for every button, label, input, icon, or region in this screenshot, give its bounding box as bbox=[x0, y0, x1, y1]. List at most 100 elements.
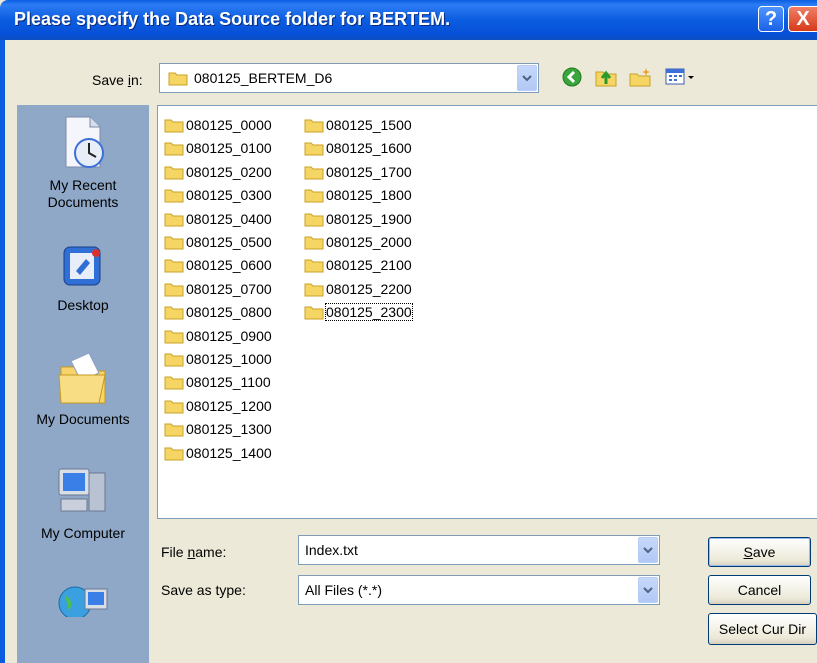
folder-icon bbox=[304, 166, 324, 180]
folder-item[interactable]: 080125_0400 bbox=[164, 208, 272, 230]
folder-icon bbox=[304, 189, 324, 203]
chevron-down-icon[interactable] bbox=[517, 65, 537, 91]
folder-icon bbox=[304, 236, 324, 250]
save-in-dropdown[interactable]: 080125_BERTEM_D6 bbox=[159, 63, 539, 93]
folder-icon bbox=[164, 259, 184, 273]
save-as-type-dropdown[interactable]: All Files (*.*) bbox=[298, 575, 660, 605]
folder-icon bbox=[164, 236, 184, 250]
folder-name: 080125_0500 bbox=[186, 234, 272, 250]
folder-name: 080125_1300 bbox=[186, 421, 272, 438]
folder-name: 080125_1600 bbox=[326, 140, 412, 157]
folder-item[interactable]: 080125_0100 bbox=[164, 137, 272, 159]
folder-name: 080125_1700 bbox=[326, 163, 412, 180]
folder-icon bbox=[304, 142, 324, 156]
place-label: My Computer bbox=[40, 525, 126, 541]
folder-item[interactable]: 080125_2300 bbox=[304, 301, 413, 323]
file-name-label: File name: bbox=[161, 544, 227, 560]
folder-name: 080125_0600 bbox=[186, 257, 272, 274]
folder-icon bbox=[164, 376, 184, 390]
folder-item[interactable]: 080125_0500 bbox=[164, 231, 272, 253]
window-border bbox=[0, 40, 5, 663]
folder-icon bbox=[164, 142, 184, 156]
folder-item[interactable]: 080125_0300 bbox=[164, 184, 272, 206]
folder-icon bbox=[164, 330, 184, 344]
folder-name: 080125_0700 bbox=[186, 280, 272, 297]
folder-icon bbox=[304, 119, 324, 133]
back-icon[interactable] bbox=[561, 66, 583, 88]
folder-item[interactable]: 080125_1700 bbox=[304, 161, 412, 183]
save-in-value: 080125_BERTEM_D6 bbox=[194, 70, 333, 86]
folder-icon bbox=[168, 72, 188, 86]
view-menu-icon[interactable] bbox=[664, 66, 696, 88]
cancel-button[interactable]: Cancel bbox=[708, 575, 811, 605]
folder-name: 080125_2100 bbox=[326, 257, 412, 274]
folder-icon bbox=[164, 306, 184, 320]
folder-icon bbox=[164, 189, 184, 203]
folder-name: 080125_2300 bbox=[325, 303, 413, 322]
file-list[interactable]: 080125_0000 080125_0100 080125_0200 080125_… bbox=[157, 105, 817, 519]
save-as-type-label: Save as type: bbox=[161, 582, 246, 598]
folder-icon bbox=[304, 283, 324, 297]
desktop-icon bbox=[63, 246, 101, 286]
close-button[interactable]: X bbox=[788, 6, 817, 32]
folder-item[interactable]: 080125_0900 bbox=[164, 325, 272, 347]
folder-item[interactable]: 080125_1200 bbox=[164, 395, 272, 417]
folder-item[interactable]: 080125_1900 bbox=[304, 208, 412, 230]
folder-item[interactable]: 080125_1400 bbox=[164, 442, 272, 464]
folder-icon bbox=[164, 423, 184, 437]
folder-name: 080125_1400 bbox=[186, 444, 272, 461]
folder-name: 080125_0900 bbox=[186, 327, 272, 344]
file-name-value: Index.txt bbox=[305, 542, 358, 558]
place-my-documents[interactable]: My Documents bbox=[17, 347, 149, 428]
folder-name: 080125_1900 bbox=[326, 210, 412, 227]
up-folder-icon[interactable] bbox=[594, 66, 618, 88]
folder-item[interactable]: 080125_0800 bbox=[164, 301, 272, 323]
folder-item[interactable]: 080125_1500 bbox=[304, 114, 412, 136]
folder-icon bbox=[164, 400, 184, 414]
folder-name: 080125_0300 bbox=[186, 187, 272, 204]
folder-item[interactable]: 080125_1600 bbox=[304, 137, 412, 159]
chevron-down-icon[interactable] bbox=[638, 577, 658, 603]
folder-name: 080125_1500 bbox=[326, 117, 412, 133]
folder-item[interactable]: 080125_2200 bbox=[304, 278, 412, 300]
folder-item[interactable]: 080125_2000 bbox=[304, 231, 412, 253]
folder-name: 080125_1800 bbox=[326, 187, 412, 204]
place-label: My Recent Documents bbox=[47, 177, 119, 210]
folder-item[interactable]: 080125_0000 bbox=[164, 114, 272, 136]
folder-name: 080125_1100 bbox=[186, 374, 271, 391]
folder-icon bbox=[304, 213, 324, 227]
save-as-type-value: All Files (*.*) bbox=[305, 582, 383, 598]
place-my-network-places[interactable] bbox=[17, 577, 149, 621]
folder-item[interactable]: 080125_0600 bbox=[164, 254, 272, 276]
place-my-recent-documents[interactable]: My Recent Documents bbox=[17, 115, 149, 211]
folder-name: 080125_0200 bbox=[186, 163, 272, 180]
folder-item[interactable]: 080125_1000 bbox=[164, 348, 272, 370]
folder-icon bbox=[164, 213, 184, 227]
title-bar[interactable]: Please specify the Data Source folder fo… bbox=[0, 0, 817, 40]
save-button[interactable]: Save bbox=[708, 537, 811, 567]
folder-item[interactable]: 080125_2100 bbox=[304, 254, 412, 276]
place-desktop[interactable]: Desktop bbox=[17, 243, 149, 314]
network-places-icon bbox=[58, 586, 108, 617]
folder-icon bbox=[164, 283, 184, 297]
folder-icon bbox=[304, 259, 324, 273]
folder-item[interactable]: 080125_1100 bbox=[164, 371, 271, 393]
new-folder-icon[interactable] bbox=[628, 66, 652, 88]
folder-name: 080125_0400 bbox=[186, 210, 272, 227]
dialog-title: Please specify the Data Source folder fo… bbox=[14, 9, 451, 29]
folder-item[interactable]: 080125_0700 bbox=[164, 278, 272, 300]
folder-item[interactable]: 080125_1800 bbox=[304, 184, 412, 206]
file-name-field[interactable]: Index.txt bbox=[298, 535, 660, 565]
help-button[interactable]: ? bbox=[758, 6, 784, 32]
folder-icon bbox=[164, 353, 184, 367]
chevron-down-icon[interactable] bbox=[638, 537, 658, 563]
folder-icon bbox=[304, 306, 324, 320]
folder-item[interactable]: 080125_0200 bbox=[164, 161, 272, 183]
select-cur-dir-button[interactable]: Select Cur Dir bbox=[708, 613, 817, 645]
folder-icon bbox=[164, 166, 184, 180]
folder-item[interactable]: 080125_1300 bbox=[164, 418, 272, 440]
folder-name: 080125_0800 bbox=[186, 304, 272, 321]
place-label: Desktop bbox=[57, 297, 109, 313]
folder-icon bbox=[164, 119, 184, 133]
place-my-computer[interactable]: My Computer bbox=[17, 465, 149, 542]
